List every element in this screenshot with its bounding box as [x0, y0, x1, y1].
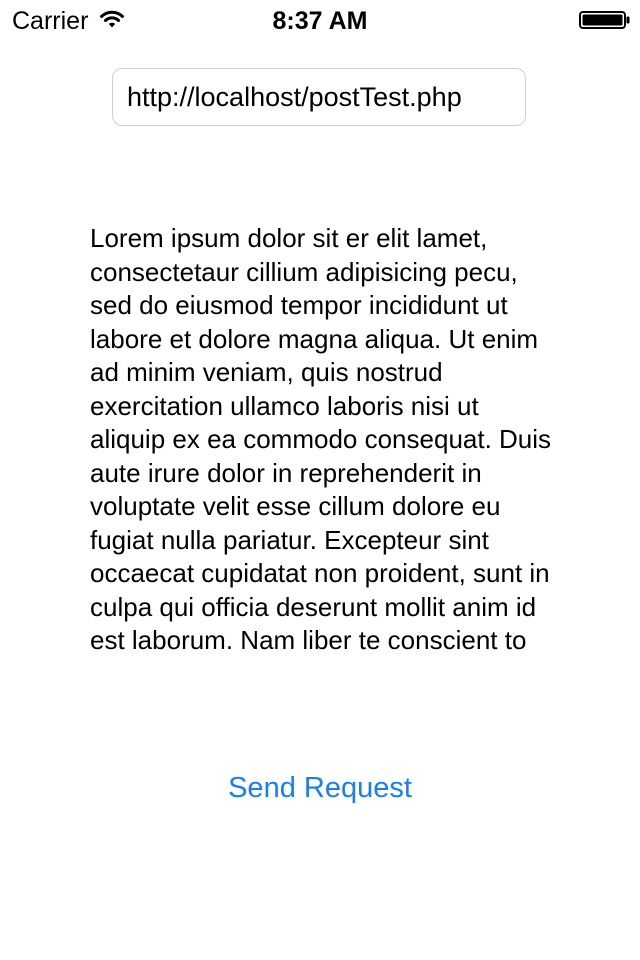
status-bar: Carrier 8:37 AM [0, 0, 640, 40]
text-view[interactable]: Lorem ipsum dolor sit er elit lamet, con… [90, 222, 560, 727]
battery-icon [579, 11, 631, 29]
send-request-button[interactable]: Send Request [170, 765, 470, 811]
clock-time: 8:37 AM [272, 7, 368, 35]
url-input[interactable] [112, 68, 526, 126]
